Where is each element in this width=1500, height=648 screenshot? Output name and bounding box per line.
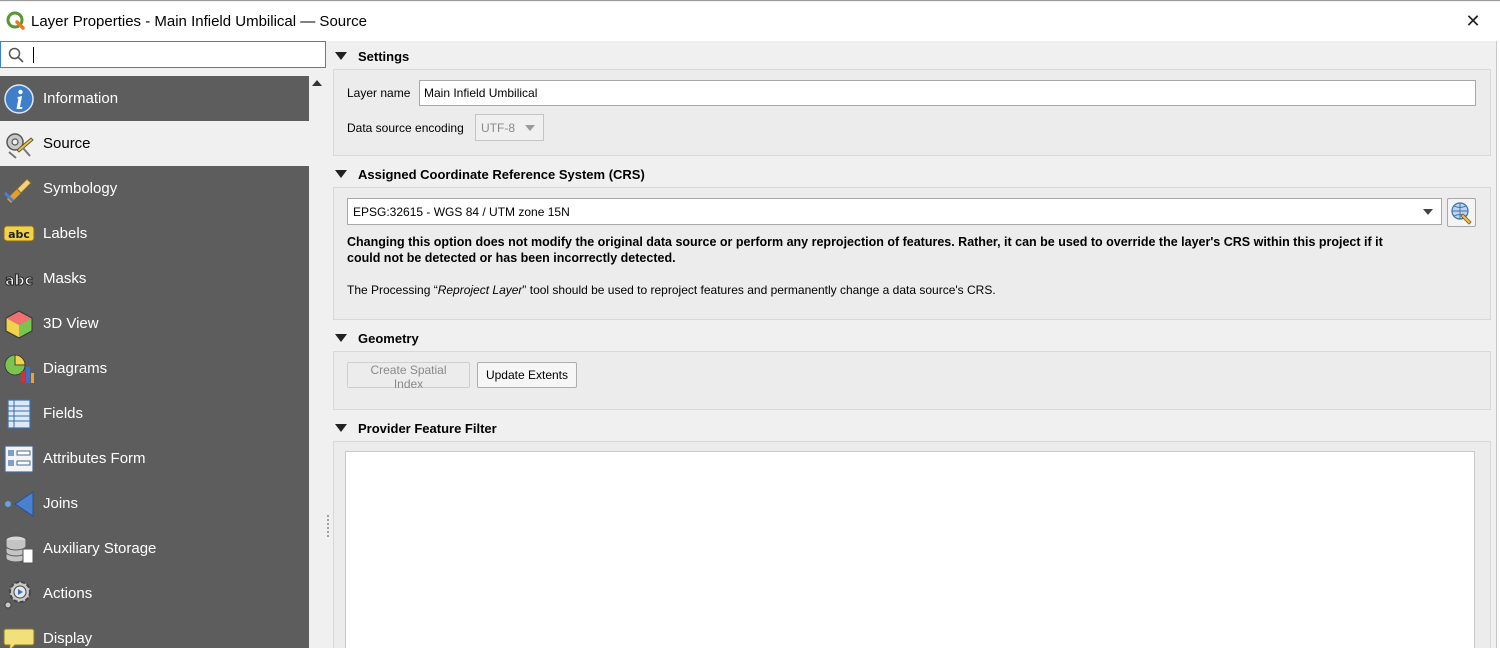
information-icon (4, 83, 34, 114)
search-icon (8, 47, 24, 63)
fields-icon (7, 398, 31, 429)
sidebar-item-auxiliary-storage[interactable]: Auxiliary Storage (0, 526, 309, 571)
title-bar: Layer Properties - Main Infield Umbilica… (0, 2, 1500, 41)
sidebar-item-label: Attributes Form (43, 450, 146, 467)
panel-splitter-handle[interactable] (327, 515, 329, 537)
sidebar-item-label: Source (43, 135, 91, 152)
encoding-value: UTF-8 (481, 121, 515, 135)
dropdown-arrow-icon (1423, 209, 1433, 215)
svg-text:abc: abc (5, 273, 33, 289)
crs-warning-text: Changing this option does not modify the… (347, 234, 1383, 266)
sidebar-item-label: Actions (43, 585, 93, 602)
crs-info-text: The Processing “Reproject Layer” tool sh… (347, 283, 996, 297)
search-input[interactable] (31, 45, 321, 64)
sidebar-item-symbology[interactable]: Symbology (0, 166, 309, 211)
source-panel: Settings Layer name Data source encoding… (332, 41, 1496, 648)
sidebar-item-label: Masks (43, 270, 87, 287)
globe-icon (1451, 202, 1472, 225)
reproject-layer-tool-name: Reproject Layer (437, 283, 523, 297)
symbology-icon (3, 177, 32, 203)
actions-icon (4, 580, 31, 608)
diagrams-icon (4, 354, 34, 383)
encoding-combobox[interactable]: UTF-8 (475, 114, 544, 141)
sidebar-item-attributes-form[interactable]: Attributes Form (0, 436, 309, 481)
crs-info-suffix: ” tool should be used to reproject featu… (522, 283, 996, 297)
sidebar-item-diagrams[interactable]: Diagrams (0, 346, 309, 391)
geometry-section-header[interactable]: Geometry (332, 325, 1492, 351)
sidebar-item-display[interactable]: Display (0, 616, 309, 648)
crs-warning-line: could not be detected or has been incorr… (347, 251, 676, 265)
search-box[interactable] (0, 41, 326, 68)
close-button[interactable]: ✕ (1462, 10, 1484, 32)
data-source-encoding-label: Data source encoding (347, 121, 464, 135)
svg-text:abc: abc (8, 228, 30, 241)
crs-value: EPSG:32615 - WGS 84 / UTM zone 15N (353, 205, 570, 219)
layer-name-input[interactable] (419, 80, 1476, 106)
crs-selector[interactable]: EPSG:32615 - WGS 84 / UTM zone 15N (347, 198, 1442, 225)
settings-section-header[interactable]: Settings (332, 43, 1492, 69)
section-title: Settings (358, 48, 410, 64)
joins-icon (5, 490, 34, 517)
create-spatial-index-button[interactable]: Create Spatial Index (347, 362, 470, 391)
sidebar-scrollbar[interactable] (309, 76, 326, 648)
display-icon (3, 628, 35, 648)
sidebar-item-label: Display (43, 630, 93, 647)
update-extents-button[interactable]: Update Extents (477, 362, 577, 388)
sidebar-item-label: Labels (43, 225, 88, 242)
collapse-arrow-icon[interactable] (335, 52, 347, 60)
sidebar-nav: Information Source Symbology abc Labels … (0, 76, 309, 648)
provider-feature-filter-section-header[interactable]: Provider Feature Filter (332, 415, 1492, 441)
collapse-arrow-icon[interactable] (335, 424, 347, 432)
crs-select-button[interactable] (1447, 198, 1476, 227)
crs-info-prefix: The Processing “ (347, 283, 438, 297)
sidebar-item-fields[interactable]: Fields (0, 391, 309, 436)
sidebar-item-labels[interactable]: abc Labels (0, 211, 309, 256)
sidebar-item-masks[interactable]: abc Masks (0, 256, 309, 301)
geometry-group: Create Spatial Index Update Extents (333, 351, 1491, 410)
window-right-edge (1496, 41, 1500, 648)
sidebar-item-label: Fields (43, 405, 84, 422)
sidebar-item-label: Information (43, 90, 119, 107)
layer-name-label: Layer name (347, 86, 411, 100)
sidebar-item-label: Symbology (43, 180, 118, 197)
crs-warning-line: Changing this option does not modify the… (347, 235, 1383, 249)
settings-group: Layer name Data source encoding UTF-8 (333, 69, 1491, 156)
crs-group: EPSG:32615 - WGS 84 / UTM zone 15N Chang… (333, 187, 1491, 320)
collapse-arrow-icon[interactable] (335, 170, 347, 178)
source-icon (6, 132, 34, 159)
collapse-arrow-icon[interactable] (335, 334, 347, 342)
sidebar-item-source[interactable]: Source (0, 121, 309, 166)
sidebar-item-label: Joins (43, 495, 79, 512)
text-caret (33, 47, 34, 63)
sidebar-item-actions[interactable]: Actions (0, 571, 309, 616)
sidebar-item-label: Diagrams (43, 360, 108, 377)
masks-icon: abc (5, 272, 34, 289)
auxiliary-storage-icon (5, 535, 34, 563)
labels-icon: abc (3, 225, 35, 241)
3d-view-icon (5, 309, 33, 339)
sidebar-item-label: 3D View (43, 315, 99, 332)
scroll-up-arrow-icon[interactable] (312, 80, 322, 86)
section-title: Assigned Coordinate Reference System (CR… (358, 166, 645, 182)
feature-filter-textarea[interactable] (345, 451, 1475, 648)
sidebar-item-joins[interactable]: Joins (0, 481, 309, 526)
section-title: Provider Feature Filter (358, 420, 497, 436)
qgis-logo-icon (6, 11, 25, 30)
dropdown-arrow-icon (525, 125, 535, 131)
crs-section-header[interactable]: Assigned Coordinate Reference System (CR… (332, 161, 1492, 187)
attributes-form-icon (4, 444, 34, 473)
layer-properties-window: Layer Properties - Main Infield Umbilica… (0, 0, 1500, 648)
sidebar-item-information[interactable]: Information (0, 76, 309, 121)
sidebar-item-3d-view[interactable]: 3D View (0, 301, 309, 346)
sidebar-item-label: Auxiliary Storage (43, 540, 157, 557)
section-title: Geometry (358, 330, 419, 346)
window-title: Layer Properties - Main Infield Umbilica… (31, 13, 367, 30)
